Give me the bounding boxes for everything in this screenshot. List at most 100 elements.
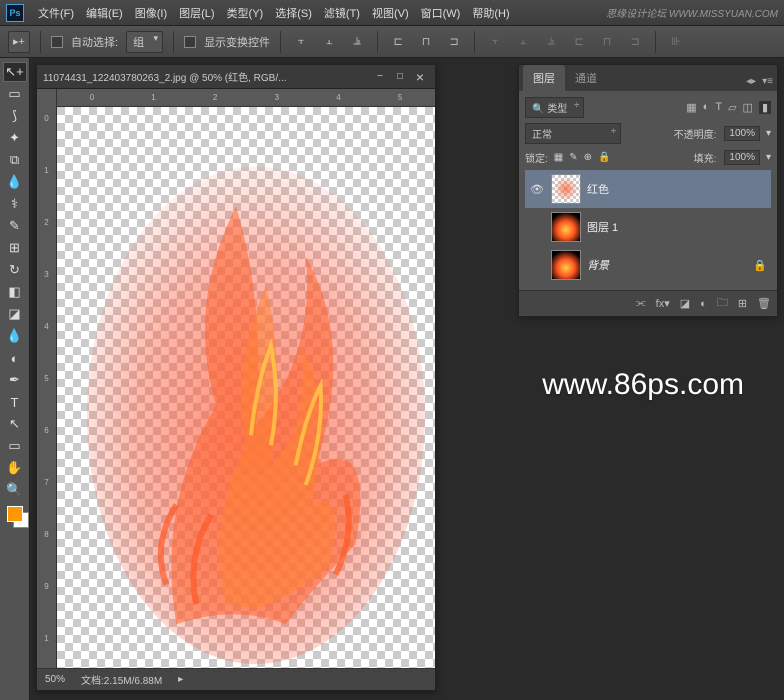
new-layer-icon[interactable]: ⊞ xyxy=(738,297,747,310)
eraser-tool[interactable]: ◧ xyxy=(3,282,27,302)
canvas[interactable] xyxy=(57,107,435,668)
eyedropper-tool[interactable]: 💧 xyxy=(3,172,27,192)
panel-collapse-icon[interactable]: ◂▸ xyxy=(746,76,756,87)
transform-label: 显示变换控件 xyxy=(204,34,270,50)
lock-paint-icon[interactable]: ✎ xyxy=(569,152,577,163)
tab-layers[interactable]: 图层 xyxy=(523,65,565,91)
type-tool[interactable]: T xyxy=(3,392,27,412)
pen-tool[interactable]: ✒ xyxy=(3,370,27,390)
dodge-tool[interactable]: ◐ xyxy=(3,348,27,368)
brush-tool[interactable]: ✎ xyxy=(3,216,27,236)
docinfo-value: 2.15M/6.88M xyxy=(104,676,162,687)
ruler-vertical: 01234567891 xyxy=(37,89,57,668)
dist-2-icon[interactable]: ⫠ xyxy=(513,32,533,52)
align-vcenter-icon[interactable]: ⫠ xyxy=(319,32,339,52)
wand-tool[interactable]: ✦ xyxy=(3,128,27,148)
hand-tool[interactable]: ✋ xyxy=(3,458,27,478)
tab-channels[interactable]: 通道 xyxy=(565,65,607,91)
align-top-icon[interactable]: ⫟ xyxy=(291,32,311,52)
gradient-tool[interactable]: ◪ xyxy=(3,304,27,324)
path-tool[interactable]: ↖ xyxy=(3,414,27,434)
lock-move-icon[interactable]: ⊕ xyxy=(584,152,592,163)
filter-shape-icon[interactable]: ▱ xyxy=(728,101,736,114)
transform-checkbox[interactable] xyxy=(184,36,196,48)
layer-name[interactable]: 背景 xyxy=(587,257,747,273)
align-left-icon[interactable]: ⊏ xyxy=(388,32,408,52)
zoom-tool[interactable]: 🔍 xyxy=(3,480,27,500)
stamp-tool[interactable]: ⊞ xyxy=(3,238,27,258)
document-title: 11074431_122403780263_2.jpg @ 50% (红色, R… xyxy=(43,69,369,84)
watermark: www.86ps.com xyxy=(542,368,744,402)
color-swatches[interactable] xyxy=(7,506,23,538)
menu-view[interactable]: 视图(V) xyxy=(366,5,415,21)
lock-trans-icon[interactable]: ▦ xyxy=(554,152,563,163)
heal-tool[interactable]: ⚕ xyxy=(3,194,27,214)
layer-row[interactable]: 👁 红色 xyxy=(525,170,771,208)
menu-window[interactable]: 窗口(W) xyxy=(415,5,467,21)
layer-row[interactable]: 背景 🔒 xyxy=(525,246,771,284)
menu-filter[interactable]: 滤镜(T) xyxy=(318,5,366,21)
adjust-icon[interactable]: ◐ xyxy=(700,298,707,310)
zoom-value[interactable]: 50% xyxy=(45,674,65,685)
document-window: 11074431_122403780263_2.jpg @ 50% (红色, R… xyxy=(36,64,436,691)
menu-select[interactable]: 选择(S) xyxy=(269,5,318,21)
move-tool-icon[interactable]: ▸+ xyxy=(8,31,30,53)
folder-icon[interactable]: 🗀 xyxy=(717,294,728,313)
link-icon[interactable]: ⫘ xyxy=(636,297,646,310)
align-right-icon[interactable]: ⊐ xyxy=(444,32,464,52)
dist-4-icon[interactable]: ⊏ xyxy=(569,32,589,52)
mask-icon[interactable]: ◪ xyxy=(680,297,690,310)
layer-name[interactable]: 红色 xyxy=(587,181,767,197)
menu-type[interactable]: 类型(Y) xyxy=(221,5,270,21)
auto-select-checkbox[interactable] xyxy=(51,36,63,48)
visibility-icon[interactable]: 👁 xyxy=(529,183,545,196)
lasso-tool[interactable]: ⟆ xyxy=(3,106,27,126)
fill-input[interactable]: 100% xyxy=(724,150,760,165)
blur-tool[interactable]: 💧 xyxy=(3,326,27,346)
document-tab[interactable]: 11074431_122403780263_2.jpg @ 50% (红色, R… xyxy=(37,65,435,89)
history-brush-tool[interactable]: ↻ xyxy=(3,260,27,280)
layer-row[interactable]: 图层 1 xyxy=(525,208,771,246)
filter-smart-icon[interactable]: ◫ xyxy=(743,101,753,114)
dist-5-icon[interactable]: ⊓ xyxy=(597,32,617,52)
crop-tool[interactable]: ⧉ xyxy=(3,150,27,170)
foreground-color[interactable] xyxy=(7,506,23,522)
dist-3-icon[interactable]: ⫡ xyxy=(541,32,561,52)
trash-icon[interactable]: 🗑 xyxy=(757,297,771,310)
lock-all-icon[interactable]: 🔒 xyxy=(598,152,610,163)
dist-1-icon[interactable]: ⫟ xyxy=(485,32,505,52)
panel-menu-icon[interactable]: ▾≡ xyxy=(762,76,773,87)
opacity-input[interactable]: 100% xyxy=(724,126,760,141)
workspace: 11074431_122403780263_2.jpg @ 50% (红色, R… xyxy=(30,58,784,700)
lock-icon: 🔒 xyxy=(753,259,767,272)
arrange-icon[interactable]: ⊪ xyxy=(666,32,686,52)
canvas-image xyxy=(57,107,435,664)
layer-filter-dropdown[interactable]: 🔍 类型 xyxy=(525,97,584,118)
layer-thumb[interactable] xyxy=(551,250,581,280)
window-max-icon[interactable]: □ xyxy=(391,70,409,84)
auto-select-dropdown[interactable]: 组 xyxy=(126,31,163,53)
menu-file[interactable]: 文件(F) xyxy=(32,5,80,21)
filter-pixel-icon[interactable]: ▦ xyxy=(686,101,696,114)
layer-thumb[interactable] xyxy=(551,212,581,242)
marquee-tool[interactable]: ▭ xyxy=(3,84,27,104)
window-min-icon[interactable]: − xyxy=(371,70,389,84)
shape-tool[interactable]: ▭ xyxy=(3,436,27,456)
filter-toggle[interactable]: ▮ xyxy=(759,101,771,114)
layer-name[interactable]: 图层 1 xyxy=(587,219,767,235)
filter-adjust-icon[interactable]: ◐ xyxy=(703,101,710,114)
move-tool[interactable]: ↖+ xyxy=(3,62,27,82)
dist-6-icon[interactable]: ⊐ xyxy=(625,32,645,52)
blend-mode-dropdown[interactable]: 正常 xyxy=(525,123,621,144)
menu-layer[interactable]: 图层(L) xyxy=(173,5,220,21)
menu-image[interactable]: 图像(I) xyxy=(129,5,173,21)
layer-thumb[interactable] xyxy=(551,174,581,204)
filter-type-icon[interactable]: T xyxy=(715,101,722,114)
menu-edit[interactable]: 编辑(E) xyxy=(80,5,129,21)
window-close-icon[interactable]: × xyxy=(411,70,429,84)
align-hcenter-icon[interactable]: ⊓ xyxy=(416,32,436,52)
menu-help[interactable]: 帮助(H) xyxy=(466,5,515,21)
status-arrow-icon[interactable]: ▸ xyxy=(178,674,183,685)
align-bottom-icon[interactable]: ⫡ xyxy=(347,32,367,52)
fx-icon[interactable]: fx▾ xyxy=(656,297,670,310)
